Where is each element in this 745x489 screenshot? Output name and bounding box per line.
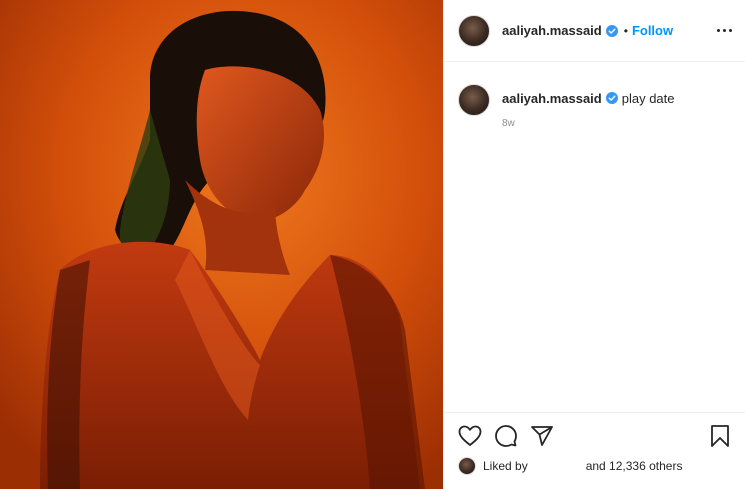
bookmark-icon[interactable] [708,424,732,448]
post-time-ago[interactable]: 8w [502,118,675,129]
author-avatar[interactable] [458,14,490,47]
post-header: aaliyah.massaid • Follow [444,0,745,62]
likes-summary: Liked by and 12,336 others [458,457,732,475]
caption-username[interactable]: aaliyah.massaid [502,91,602,106]
post-actions: Liked by and 12,336 others … [444,412,745,489]
comment-icon[interactable] [494,424,518,448]
post-photo[interactable] [0,0,443,489]
author-username[interactable]: aaliyah.massaid [502,23,602,38]
liked-by-label: Liked by [483,459,528,473]
heart-icon[interactable] [458,424,482,448]
likes-count[interactable]: and 12,336 others [586,459,683,473]
verified-badge-icon [605,24,618,37]
liker-avatar[interactable] [458,457,476,475]
action-row [458,423,732,449]
send-icon[interactable] [530,424,554,448]
caption-body: aaliyah.massaid play date 8w [502,84,675,129]
separator-dot: • [623,23,628,38]
post-caption: aaliyah.massaid play date 8w [444,62,745,129]
truncated-text: … [458,483,468,489]
post-side-panel: aaliyah.massaid • Follow aaliyah.massaid… [443,0,745,489]
caption-text: play date [621,91,675,106]
more-options-icon[interactable] [713,22,735,38]
portrait-image [0,0,443,489]
verified-badge-icon [605,92,618,104]
follow-button[interactable]: Follow [632,23,673,38]
caption-author-avatar[interactable] [458,84,490,116]
